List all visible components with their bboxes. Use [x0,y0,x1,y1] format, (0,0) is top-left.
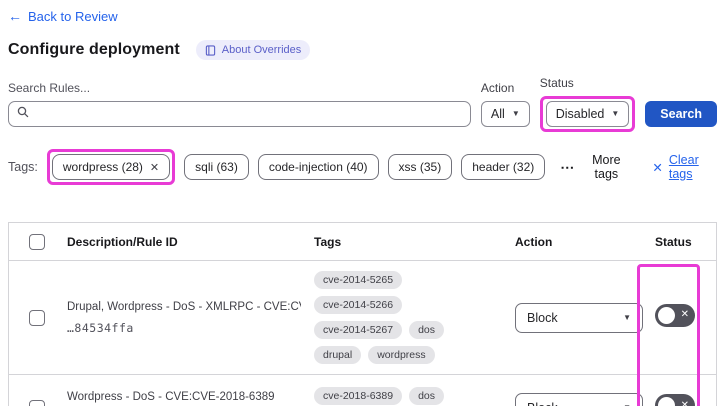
row-checkbox[interactable] [29,400,45,406]
status-toggle[interactable]: ✕ [655,303,695,327]
rule-tag-pill: drupal [314,346,362,364]
filter-bar: Search Rules... Action All ▼ Status Disa… [8,76,717,132]
status-filter-highlight: Disabled ▼ [539,96,636,132]
action-filter-group: Action All ▼ [480,81,530,132]
tag-chip[interactable]: header (32) [461,154,546,180]
select-all-checkbox[interactable] [29,233,45,250]
action-select-value: Block [527,401,558,406]
tags-label: Tags: [8,160,38,174]
action-select[interactable]: Block ▼ [515,302,643,333]
rule-tag-pill: dos [409,386,444,405]
search-button[interactable]: Search [645,101,717,127]
configure-deployment-page: ← Back to Review Configure deployment Ab… [0,0,725,406]
more-tags-button[interactable]: ⋯ More tags [560,153,629,181]
page-header: Configure deployment About Overrides [8,40,717,60]
ellipsis-icon: ⋯ [560,158,576,175]
rule-tag-pill: cve-2018-6389 [314,386,403,405]
chevron-down-icon: ▼ [611,109,620,118]
rule-tag-pill: cve-2014-5267 [314,321,403,339]
back-arrow-icon: ← [8,8,22,24]
tag-chip[interactable]: xss (35) [387,154,453,180]
toggle-knob [658,397,675,406]
status-filter-value: Disabled [555,107,605,121]
chevron-down-icon: ▼ [511,109,520,118]
row-checkbox[interactable] [29,309,45,326]
status-filter-group: Status Disabled ▼ [539,76,636,132]
rule-action-cell: Block▼ [503,393,643,406]
rule-tag-pill: dos [409,321,444,339]
rule-tags-cell: cve-2018-6389doswordpress [305,377,503,406]
tag-chip[interactable]: sqli (63) [184,154,249,180]
table-row: Drupal, Wordpress - DoS - XMLRPC - CVE:C… [9,261,716,375]
action-filter-dropdown[interactable]: All ▼ [480,101,530,127]
column-action: Action [515,234,553,249]
rule-tag-pill: cve-2014-5265 [314,271,403,289]
tag-chip[interactable]: code-injection (40) [257,154,379,180]
table-header-row: Description/Rule ID Tags Action Status [9,223,716,261]
rule-action-cell: Block ▼ [503,302,643,333]
status-filter-dropdown[interactable]: Disabled ▼ [545,101,630,127]
rule-id: …84534ffa [67,320,134,335]
rule-tag-pill: wordpress [368,346,435,364]
status-filter-label: Status [539,76,574,90]
action-filter-value: All [490,107,505,121]
rule-description: Wordpress - DoS - CVE:CVE-2018-6389 [67,391,275,403]
toggle-knob [658,306,675,324]
book-icon [205,44,216,56]
column-status: Status [655,234,692,249]
tag-chip-wordpress[interactable]: wordpress (28) ✕ [51,154,171,180]
search-rules-input[interactable] [36,107,462,121]
search-icon [17,105,29,123]
table-body: Drupal, Wordpress - DoS - XMLRPC - CVE:C… [9,261,716,406]
rule-status-cell: ✕ [643,394,716,406]
toggle-x-icon: ✕ [680,399,689,406]
more-tags-label: More tags [592,153,621,181]
remove-tag-icon[interactable]: ✕ [150,161,159,174]
action-select[interactable]: Block▼ [515,393,643,406]
back-to-review-link[interactable]: ← Back to Review [8,8,118,24]
back-link-label: Back to Review [28,8,118,24]
about-overrides-label: About Overrides [221,44,302,56]
rules-table: Description/Rule ID Tags Action Status D… [8,222,717,406]
status-toggle[interactable]: ✕ [655,394,695,406]
action-select-value: Block [527,310,558,325]
rule-tag-pill: cve-2014-5266 [314,296,403,314]
column-description-rule-id: Description/Rule ID [67,234,178,249]
clear-tags-x-icon: ✕ [652,160,663,175]
search-box [8,101,471,127]
tags-bar-chips: sqli (63) code-injection (40) xss (35) head… [184,154,546,180]
search-group: Search Rules... [8,81,471,132]
rule-description-cell: Drupal, Wordpress - DoS - XMLRPC - CVE:C… [55,287,305,349]
search-rules-label: Search Rules... [8,81,91,95]
tag-chip-label: wordpress (28) [62,160,143,174]
rule-status-cell: ✕ [643,303,716,332]
selected-tag-highlight: wordpress (28) ✕ [46,149,176,185]
clear-tags-label: Clear tags [668,153,699,181]
tags-bar: Tags: wordpress (28) ✕ sqli (63) code-inj… [8,149,717,185]
rule-tags-cell: cve-2014-5265 cve-2014-5266 cve-2014-5267 d… [305,261,503,374]
toggle-x-icon: ✕ [680,309,689,320]
about-overrides-badge[interactable]: About Overrides [195,40,311,60]
rule-description-cell: Wordpress - DoS - CVE:CVE-2018-6389…f82d… [55,377,305,406]
rule-description: Drupal, Wordpress - DoS - XMLRPC - CVE:C… [67,300,301,313]
chevron-down-icon: ▼ [623,312,631,322]
clear-tags-link[interactable]: ✕ Clear tags [652,153,717,181]
table-row: Wordpress - DoS - CVE:CVE-2018-6389…f82d… [9,375,716,406]
page-title: Configure deployment [8,41,180,58]
action-filter-label: Action [480,81,515,95]
column-tags: Tags [314,234,342,249]
